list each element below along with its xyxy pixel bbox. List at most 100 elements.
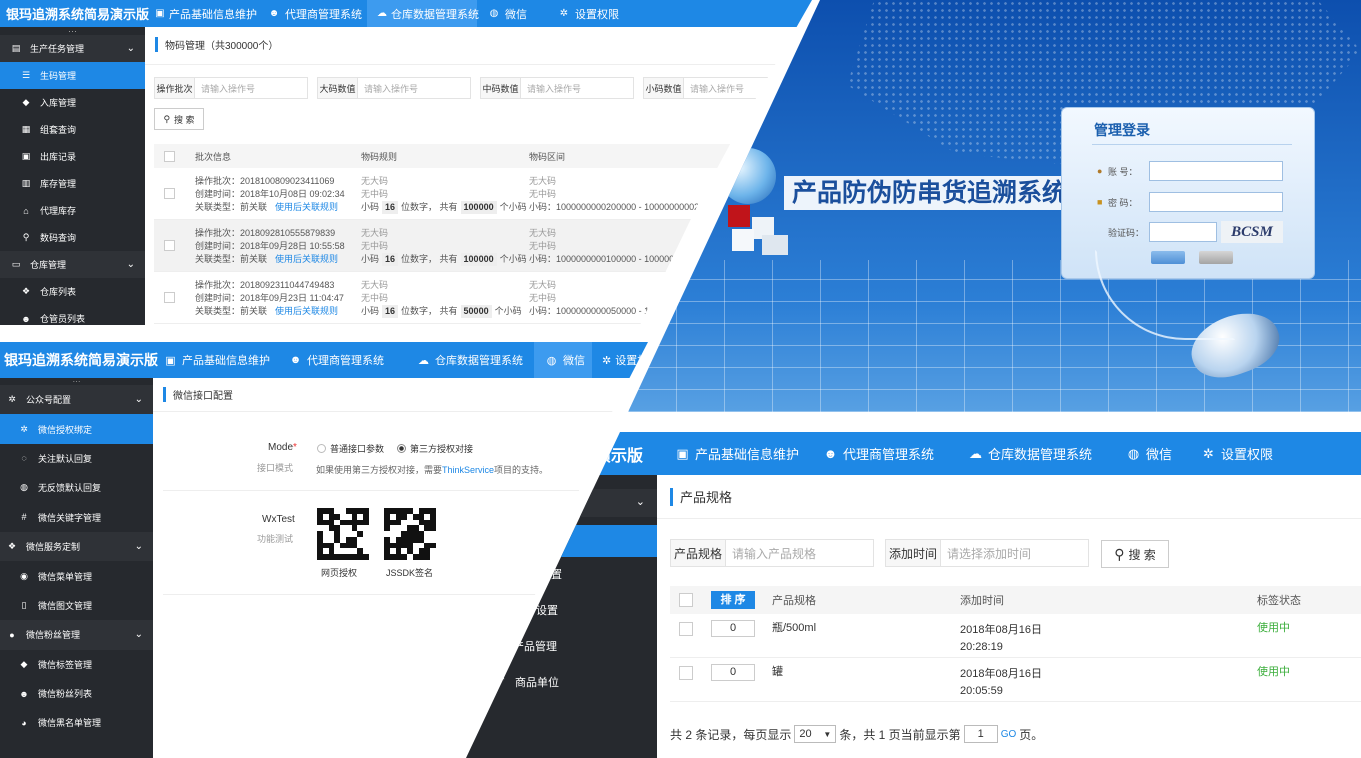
qr-label-oauth: 网页授权 xyxy=(321,568,358,578)
time-input[interactable]: 请选择添加时间 xyxy=(941,540,1088,566)
row-checkbox[interactable] xyxy=(679,622,693,636)
thinkservice-link[interactable]: ThinkService xyxy=(442,465,494,475)
sidebar-item-9[interactable]: ◆ 微信标签管理 xyxy=(0,650,153,679)
gear-icon: ✲ xyxy=(20,423,28,434)
nav-tab-2[interactable]: ☁ 仓库数据管理系统 xyxy=(367,0,479,27)
nav-tab-2[interactable]: ☁ 仓库数据管理系统 xyxy=(406,342,534,378)
qr-code-jssdk[interactable] xyxy=(384,508,436,560)
sidebar-item-3[interactable]: ◍ 无反馈默认回复 xyxy=(0,473,153,502)
sidebar-item-4[interactable]: ▣ 出库记录 xyxy=(0,143,145,170)
sidebar-item-6[interactable]: ⌂ 代理库存 xyxy=(0,197,145,224)
sidebar: ··· ▤ 生产任务管理 ⌄ ☰ 生码管理 ◆ 入库管理 ▦ 组套查询 ▣ 出库记录 ▥ 库存管理 ⌂ 代理… xyxy=(0,27,145,325)
users-icon: ☻ xyxy=(19,688,29,699)
sidebar-item-7[interactable]: ⚲ 数码查询 xyxy=(0,224,145,251)
page-size-select[interactable]: 20 ▼ xyxy=(794,725,837,743)
sort-header-button[interactable]: 排 序 xyxy=(711,591,755,609)
spec-input[interactable]: 请输入产品规格 xyxy=(726,540,873,566)
gears-icon: ✲ xyxy=(8,394,16,405)
row-checkbox[interactable] xyxy=(679,666,693,680)
cubes-decoration xyxy=(718,205,792,255)
sort-input[interactable]: 0 xyxy=(711,620,755,637)
search-button[interactable]: ⚲ 搜 索 xyxy=(154,108,204,130)
app-title: 银玛追溯系统简易演示版 xyxy=(6,7,150,22)
row-checkbox[interactable] xyxy=(164,292,175,303)
sidebar-group-0[interactable]: ▤ 生产任务管理 ⌄ xyxy=(0,35,145,62)
radio-normal[interactable]: 普通接口参数 xyxy=(317,442,384,455)
chevron-down-icon: ⌄ xyxy=(134,541,143,553)
account-label: 账 号： xyxy=(1108,167,1138,177)
filter-input-2[interactable]: 请输入操作号 xyxy=(521,78,633,98)
sidebar-item-3[interactable]: ▦ 组套查询 xyxy=(0,116,145,143)
nav-tab-1[interactable]: ☻ 代理商管理系统 xyxy=(257,0,367,27)
sidebar-group-5[interactable]: ❖ 微信服务定制 ⌄ xyxy=(0,531,153,562)
nav-tab-2[interactable]: ☁ 仓库数据管理系统 xyxy=(953,432,1111,475)
sidebar-item-2[interactable]: ◌ 关注默认回复 xyxy=(0,444,153,473)
nav-tab-4[interactable]: ✲ 设置权限 xyxy=(592,342,648,378)
product-icon: ▣ xyxy=(165,354,176,367)
users-icon: ☻ xyxy=(823,446,838,461)
sidebar-item-7[interactable]: ▯ 微信图文管理 xyxy=(0,591,153,620)
sidebar-item-settings[interactable]: 设置 xyxy=(536,602,558,618)
select-all-checkbox[interactable] xyxy=(164,150,175,162)
nav-tab-1[interactable]: ☻ 代理商管理系统 xyxy=(808,432,953,475)
qr-code-oauth[interactable] xyxy=(317,508,369,560)
sidebar-item-5[interactable]: ▥ 库存管理 xyxy=(0,170,145,197)
nav-tab-4[interactable]: ✲ 设置权限 xyxy=(1186,432,1296,475)
collapse-handle[interactable]: ··· xyxy=(0,27,145,36)
filter-input-1[interactable]: 请输入操作号 xyxy=(358,78,470,98)
nav-tab-1[interactable]: ☻ 代理商管理系统 xyxy=(278,342,406,378)
gears-icon: ✲ xyxy=(1203,445,1214,461)
captcha-input[interactable] xyxy=(1149,222,1217,242)
cloud-icon: ☁ xyxy=(418,354,429,367)
radio-third-party[interactable]: 第三方授权对接 xyxy=(397,442,473,455)
sort-input[interactable]: 0 xyxy=(711,664,755,681)
rule-link[interactable]: 使用后关联规则 xyxy=(275,306,338,316)
sidebar-item-4[interactable]: # 微信关键字管理 xyxy=(0,503,153,532)
sidebar-item-products[interactable]: 产品管理 xyxy=(513,638,557,654)
users-icon: ☻ xyxy=(268,8,280,19)
warehouse-icon: ▭ xyxy=(11,259,21,269)
cube-icon: ◆ xyxy=(22,97,30,107)
sidebar-item-fragment[interactable]: 置 xyxy=(551,566,562,582)
pagination: 共 2 条记录，每页显示 20 ▼ 条，共 1 页当前显示第 1 GO 页。 xyxy=(670,725,1043,743)
sidebar-item-10[interactable]: ☻ 仓管员列表 xyxy=(0,305,145,325)
collapse-handle[interactable]: ··· xyxy=(0,378,153,386)
filter-input-0[interactable]: 请输入操作号 xyxy=(195,78,307,98)
sidebar-group-0[interactable]: ✲ 公众号配置 ⌄ xyxy=(0,385,153,415)
password-input[interactable] xyxy=(1149,192,1283,212)
captcha-image[interactable]: BCSM xyxy=(1221,221,1283,243)
nav-tab-3[interactable]: ◍ 微信 xyxy=(534,342,592,378)
nav-tab-3[interactable]: ◍ 微信 xyxy=(1111,432,1186,475)
spec-cell: 罐 xyxy=(772,666,783,678)
row-checkbox[interactable] xyxy=(164,240,175,251)
sidebar-item-6[interactable]: ◉ 微信菜单管理 xyxy=(0,561,153,590)
chevron-down-icon: ⌄ xyxy=(126,259,135,270)
nav-tab-3[interactable]: ◍ 微信 xyxy=(477,0,547,27)
sidebar-item-9[interactable]: ❖ 仓库列表 xyxy=(0,278,145,305)
sidebar-group-8[interactable]: ● 微信粉丝管理 ⌄ xyxy=(0,620,153,650)
sidebar-item-1[interactable]: ☰ 生码管理 xyxy=(0,62,145,89)
nav-tab-0[interactable]: ▣ 产品基础信息维护 xyxy=(153,342,278,378)
sidebar-item-2[interactable]: ◆ 入库管理 xyxy=(0,89,145,116)
globe-icon xyxy=(720,148,776,204)
nav-tab-0[interactable]: ▣ 产品基础信息维护 xyxy=(145,0,257,27)
wxtest-label: WxTest xyxy=(262,514,295,525)
sidebar-item-10[interactable]: ☻ 微信粉丝列表 xyxy=(0,679,153,708)
row-checkbox[interactable] xyxy=(164,188,175,199)
sidebar-item-11[interactable]: ◕ 微信黑名单管理 xyxy=(0,708,153,737)
select-all-checkbox[interactable] xyxy=(679,593,693,607)
sidebar-item-units[interactable]: 商品单位 xyxy=(515,674,559,690)
search-button[interactable]: ⚲ 搜 索 xyxy=(1101,540,1169,568)
col-rule: 物码规则 xyxy=(361,151,398,162)
account-input[interactable] xyxy=(1149,161,1283,181)
nav-tab-4[interactable]: ✲ 设置权限 xyxy=(547,0,627,27)
sidebar-item-1[interactable]: ✲ 微信授权绑定 xyxy=(0,414,153,444)
page-input[interactable]: 1 xyxy=(963,725,998,743)
nav-tab-0[interactable]: ▣ 产品基础信息维护 xyxy=(660,432,808,475)
rule-link[interactable]: 使用后关联规则 xyxy=(275,254,338,264)
sidebar-group-8[interactable]: ▭ 仓库管理 ⌄ xyxy=(0,251,145,278)
rule-link[interactable]: 使用后关联规则 xyxy=(275,202,338,212)
comments-icon: ◍ xyxy=(20,482,28,493)
login-title: 管理登录 xyxy=(1094,122,1150,138)
go-button[interactable]: GO xyxy=(1001,729,1017,740)
